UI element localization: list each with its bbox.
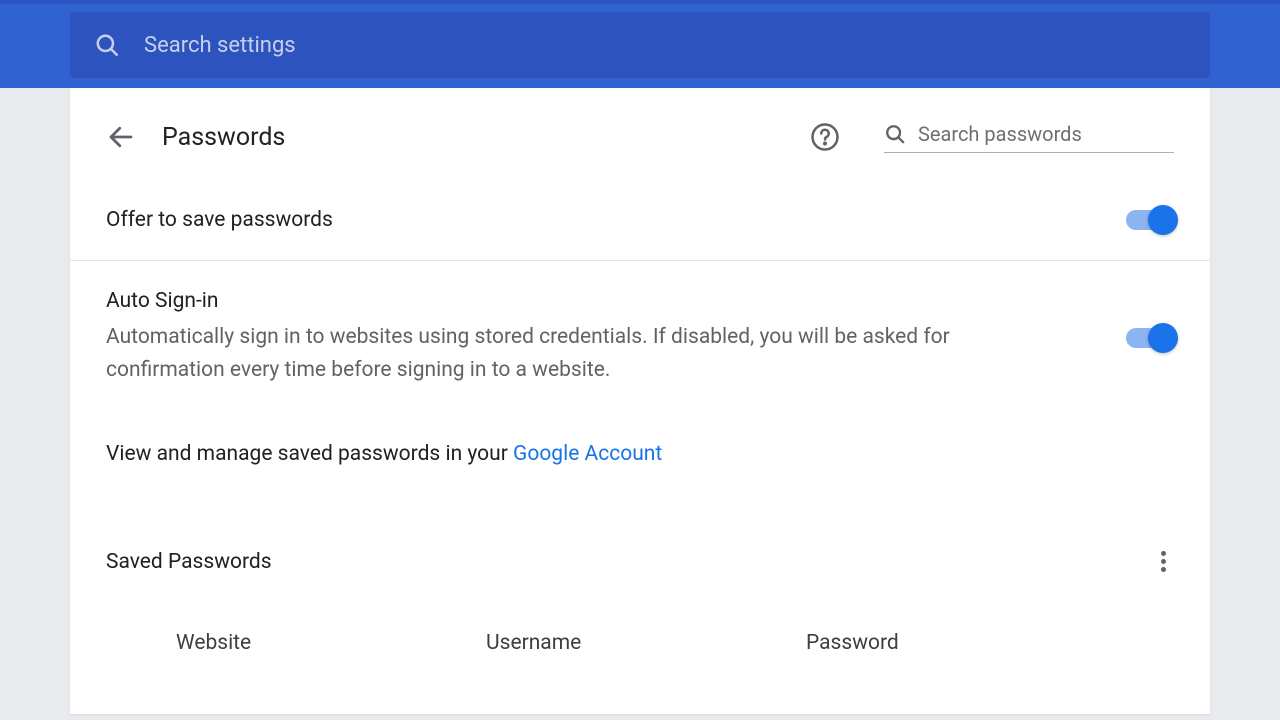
saved-title: Saved Passwords [106,550,272,574]
col-password: Password [806,631,1174,655]
saved-passwords-section: Saved Passwords Website Username Passwor… [70,478,1210,655]
auto-signin-title: Auto Sign-in [106,289,1086,313]
help-button[interactable] [806,118,844,156]
manage-row: View and manage saved passwords in your … [70,414,1210,478]
offer-save-toggle[interactable] [1126,210,1174,230]
col-website: Website [176,631,486,655]
settings-search-input[interactable] [144,33,1186,58]
toggle-thumb [1148,205,1178,235]
auto-signin-toggle[interactable] [1126,328,1174,348]
offer-save-title: Offer to save passwords [106,208,1086,232]
auto-signin-text: Auto Sign-in Automatically sign in to we… [106,289,1086,386]
google-account-link[interactable]: Google Account [513,442,662,466]
saved-table-header: Website Username Password [106,583,1174,655]
search-icon [94,32,120,58]
more-vert-icon [1161,551,1166,572]
page-title: Passwords [162,123,784,152]
offer-save-text: Offer to save passwords [106,208,1086,232]
saved-header: Saved Passwords [106,540,1174,583]
col-username: Username [486,631,806,655]
passwords-card: Passwords Offer to save passwords [70,88,1210,714]
back-button[interactable] [102,118,140,156]
passwords-search[interactable] [884,122,1174,153]
search-icon [884,123,906,145]
manage-prefix: View and manage saved passwords in your [106,442,513,466]
passwords-search-input[interactable] [918,122,1174,146]
settings-search-bar[interactable] [70,12,1210,78]
offer-save-row: Offer to save passwords [70,180,1210,261]
top-header [0,4,1280,88]
overflow-menu-button[interactable] [1153,540,1174,583]
auto-signin-row: Auto Sign-in Automatically sign in to we… [70,261,1210,414]
content-wrap: Passwords Offer to save passwords [0,88,1280,714]
auto-signin-desc: Automatically sign in to websites using … [106,321,986,386]
arrow-left-icon [106,122,136,152]
help-icon [810,122,840,152]
card-header: Passwords [70,88,1210,180]
toggle-thumb [1148,323,1178,353]
